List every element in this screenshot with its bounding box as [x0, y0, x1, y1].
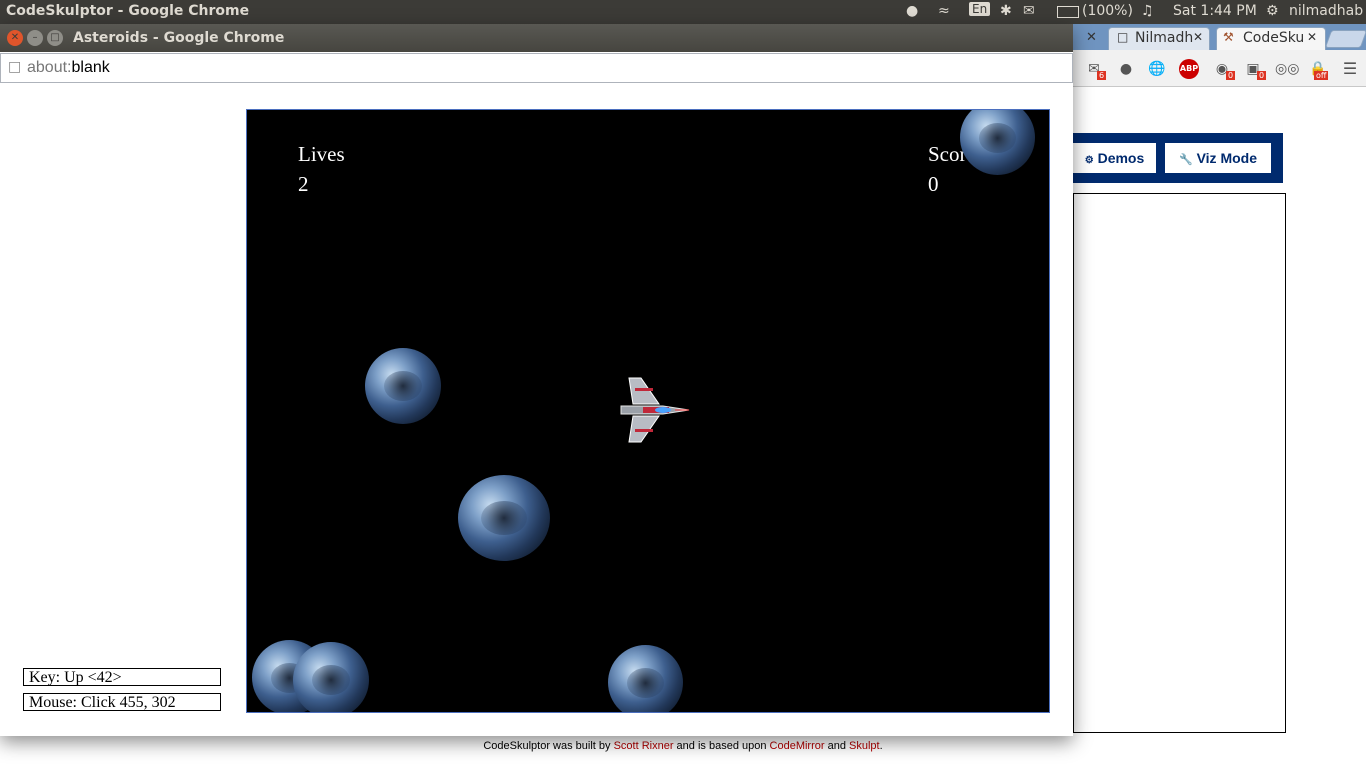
window-titlebar[interactable]: ✕ – □ Asteroids - Google Chrome	[0, 24, 1073, 52]
badge: 0	[1226, 71, 1236, 80]
output-pane[interactable]	[1073, 193, 1286, 733]
credits-and: and	[824, 740, 850, 752]
volume-icon[interactable]: ♫	[1141, 3, 1154, 19]
demos-button[interactable]: ⚙ Demos	[1073, 143, 1156, 173]
keyboard-layout-indicator[interactable]: En	[969, 2, 991, 16]
window-title: Asteroids - Google Chrome	[73, 30, 285, 46]
badge: 6	[1097, 71, 1107, 80]
tab-nilmadh[interactable]: □ Nilmadh ✕	[1108, 27, 1210, 50]
asteroid-sprite	[365, 348, 441, 424]
close-window-icon[interactable]: ✕	[7, 30, 23, 46]
wrench-icon: 🔧	[1178, 154, 1193, 166]
asteroids-window: ✕ – □ Asteroids - Google Chrome □ about:…	[0, 24, 1073, 736]
new-tab-button[interactable]	[1324, 30, 1366, 48]
lives-value: 2	[298, 172, 309, 196]
battery-icon[interactable]	[1057, 6, 1079, 18]
credits-middle: and is based upon	[673, 740, 770, 752]
hammer-icon: ⚒	[1223, 30, 1234, 44]
eyes-extension-icon[interactable]: ◎◎	[1275, 59, 1299, 79]
url-text[interactable]: about:blank	[27, 59, 110, 77]
asteroid-sprite	[960, 110, 1035, 175]
system-top-panel: CodeSkulptor - Google Chrome ● ≈ En ✱ ✉ …	[0, 0, 1366, 24]
bluetooth-icon[interactable]: ✱	[1000, 3, 1012, 19]
globe-extension-icon[interactable]: 🌐	[1147, 59, 1167, 79]
mouse-status-box: Mouse: Click 455, 302	[23, 693, 221, 711]
author-link[interactable]: Scott Rixner	[614, 740, 674, 752]
credits-suffix: .	[879, 740, 883, 752]
demos-icon: ⚙	[1084, 155, 1094, 166]
tab-close-icon[interactable]: ✕	[1086, 30, 1097, 45]
game-canvas[interactable]: Lives 2 Score 0	[246, 109, 1050, 713]
maximize-window-icon[interactable]: □	[47, 30, 63, 46]
page-icon: □	[8, 59, 22, 75]
badge: off	[1314, 71, 1329, 80]
adblock-extension-icon[interactable]: ABP	[1179, 59, 1199, 79]
demos-label: Demos	[1097, 150, 1145, 166]
clock[interactable]: Sat 1:44 PM	[1173, 3, 1257, 19]
viz-mode-label: Viz Mode	[1196, 150, 1257, 166]
viz-mode-button[interactable]: 🔧 Viz Mode	[1165, 143, 1271, 173]
lives-label: Lives	[298, 142, 345, 166]
badge: 0	[1257, 71, 1267, 80]
asteroid-sprite	[458, 475, 550, 561]
mail-icon[interactable]: ✉	[1023, 3, 1035, 19]
url-scheme: about:	[27, 59, 72, 76]
skulpt-link[interactable]: Skulpt	[849, 740, 880, 752]
credits-prefix: CodeSkulptor was built by	[483, 740, 614, 752]
tab-label: CodeSku	[1243, 30, 1305, 46]
tab-close-icon[interactable]: ✕	[1307, 30, 1317, 44]
chat-icon[interactable]: ●	[906, 3, 918, 19]
key-status-box: Key: Up <42>	[23, 668, 221, 686]
wifi-icon[interactable]: ≈	[938, 3, 950, 19]
tab-close-icon[interactable]: ✕	[1193, 30, 1203, 44]
codemirror-link[interactable]: CodeMirror	[770, 740, 825, 752]
battery-percent[interactable]: (100%)	[1082, 3, 1133, 19]
settings-gear-icon[interactable]: ⚙	[1266, 3, 1279, 19]
minimize-window-icon[interactable]: –	[27, 30, 43, 46]
user-name[interactable]: nilmadhab	[1289, 3, 1363, 19]
asteroid-sprite	[293, 642, 369, 712]
chrome-menu-icon[interactable]: ☰	[1340, 59, 1360, 79]
active-window-title: CodeSkulptor - Google Chrome	[6, 3, 250, 19]
credits-footer: CodeSkulptor was built by Scott Rixner a…	[0, 740, 1366, 752]
address-bar[interactable]: □ about:blank	[0, 53, 1073, 83]
url-rest: blank	[71, 59, 110, 76]
spaceship-sprite	[620, 377, 690, 443]
tab-label: Nilmadh	[1135, 30, 1194, 46]
tab-codeskulptor[interactable]: ⚒ CodeSku ✕	[1216, 27, 1326, 50]
asteroid-sprite	[608, 645, 683, 712]
page-icon: □	[1117, 30, 1129, 44]
hangouts-extension-icon[interactable]: ●	[1116, 59, 1136, 79]
score-value: 0	[928, 172, 939, 196]
